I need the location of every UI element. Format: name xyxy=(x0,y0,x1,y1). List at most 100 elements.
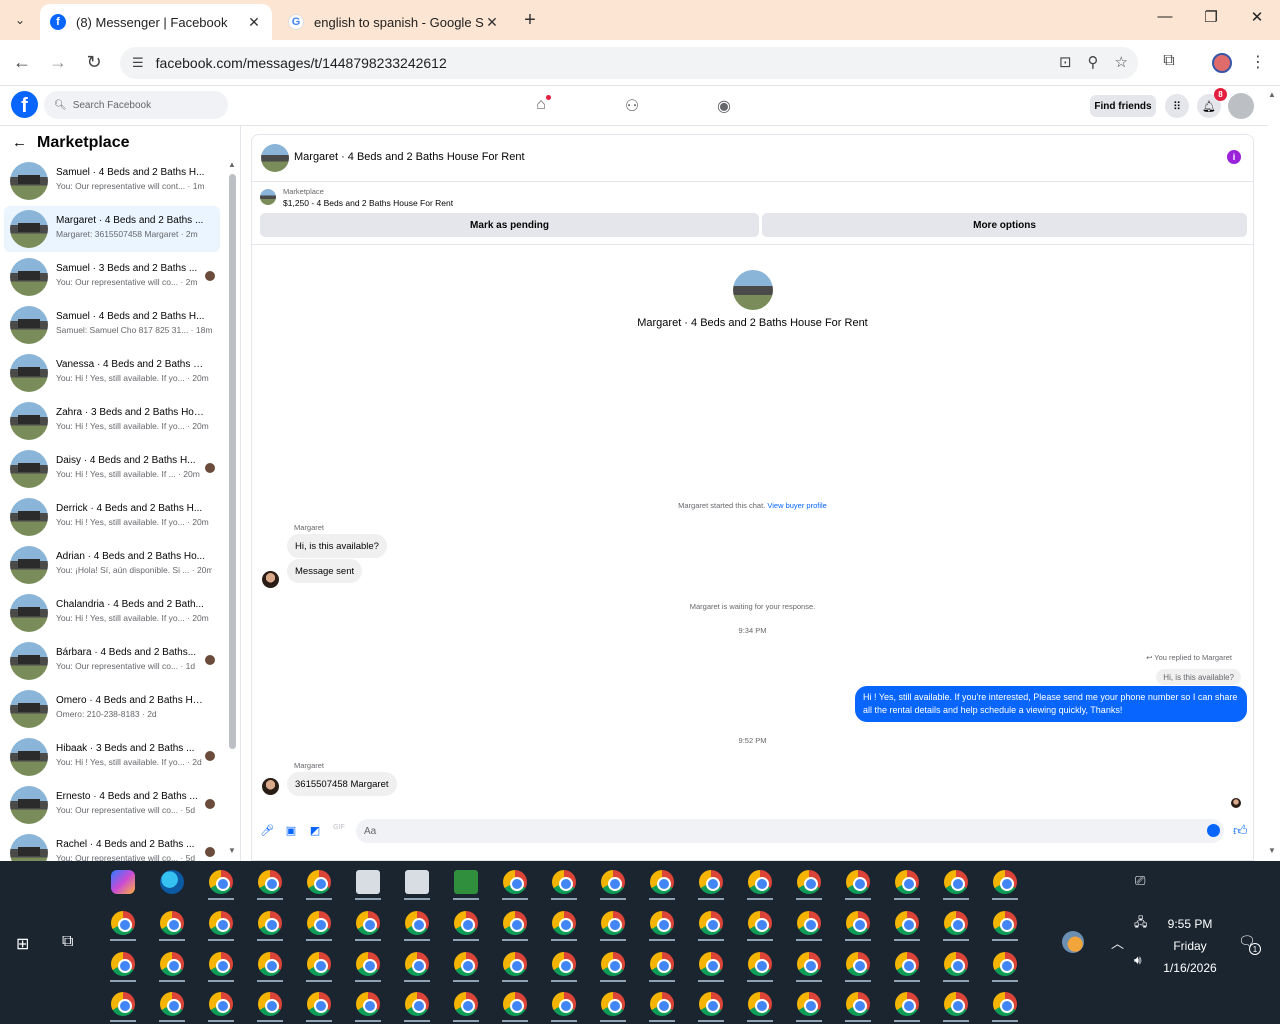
chrome-window-icon[interactable] xyxy=(111,992,135,1016)
chrome-window-icon[interactable] xyxy=(258,870,282,894)
chrome-window-icon[interactable] xyxy=(846,992,870,1016)
chrome-window-icon[interactable] xyxy=(699,952,723,976)
chrome-window-icon[interactable] xyxy=(405,992,429,1016)
view-buyer-profile-link[interactable]: View buyer profile xyxy=(767,501,826,510)
chrome-window-icon[interactable] xyxy=(503,952,527,976)
mark-as-pending-button[interactable]: Mark as pending xyxy=(260,213,759,237)
facebook-search-input[interactable]: 🔍︎ Search Facebook xyxy=(44,91,228,119)
app-window-icon[interactable] xyxy=(405,870,429,894)
incoming-message[interactable]: Hi, is this available? xyxy=(287,534,387,558)
incoming-message[interactable]: Message sent xyxy=(287,559,363,583)
chrome-window-icon[interactable] xyxy=(503,911,527,935)
chrome-window-icon[interactable] xyxy=(307,952,331,976)
conversation-item[interactable]: Omero · 4 Beds and 2 Baths Ho... Omero: 2… xyxy=(4,686,220,732)
chrome-window-icon[interactable] xyxy=(454,952,478,976)
page-scroll-down-icon[interactable]: ▼ xyxy=(1268,846,1276,855)
chrome-window-icon[interactable] xyxy=(748,911,772,935)
chrome-window-icon[interactable] xyxy=(111,952,135,976)
chrome-window-icon[interactable] xyxy=(944,992,968,1016)
show-hidden-icons-chevron-up-icon[interactable]: ︿ xyxy=(1111,933,1124,952)
close-window-icon[interactable]: ✕ xyxy=(1242,8,1272,26)
chrome-window-icon[interactable] xyxy=(797,992,821,1016)
volume-icon[interactable]: 🔊︎ xyxy=(1134,953,1142,968)
gif-icon[interactable]: GIF xyxy=(332,824,346,838)
tab-messenger[interactable]: f (8) Messenger | Facebook ✕ xyxy=(40,4,272,40)
address-bar[interactable]: ☰ facebook.com/messages/t/14487982332426… xyxy=(120,47,1138,79)
chrome-menu-icon[interactable]: ⋮ xyxy=(1246,52,1270,72)
weather-icon[interactable] xyxy=(1062,931,1084,953)
chrome-window-icon[interactable] xyxy=(552,870,576,894)
chrome-window-icon[interactable] xyxy=(650,911,674,935)
extensions-icon[interactable]: ⧉ xyxy=(1157,52,1181,70)
conversation-item[interactable]: Daisy · 4 Beds and 2 Baths H... You: Hi !… xyxy=(4,446,220,492)
chrome-window-icon[interactable] xyxy=(307,911,331,935)
chrome-window-icon[interactable] xyxy=(160,992,184,1016)
chrome-window-icon[interactable] xyxy=(258,952,282,976)
install-app-icon[interactable]: ⊡ xyxy=(1059,53,1072,71)
back-icon[interactable]: ← xyxy=(10,52,34,73)
chrome-window-icon[interactable] xyxy=(552,992,576,1016)
chrome-window-icon[interactable] xyxy=(993,911,1017,935)
chrome-window-icon[interactable] xyxy=(454,911,478,935)
edge-icon[interactable] xyxy=(160,870,184,894)
tab-google-search[interactable]: G english to spanish - Google Sea ✕ xyxy=(278,4,510,40)
chrome-window-icon[interactable] xyxy=(258,992,282,1016)
restore-icon[interactable]: ❐ xyxy=(1196,8,1226,26)
chrome-window-icon[interactable] xyxy=(895,992,919,1016)
chrome-window-icon[interactable] xyxy=(160,911,184,935)
chrome-window-icon[interactable] xyxy=(601,952,625,976)
chrome-window-icon[interactable] xyxy=(650,952,674,976)
groups-icon[interactable]: ◉ xyxy=(713,96,735,118)
microphone-icon[interactable]: 🎤︎ xyxy=(260,824,274,838)
minimize-icon[interactable]: — xyxy=(1150,8,1180,25)
incoming-message[interactable]: 3615507458 Margaret xyxy=(287,772,397,796)
menu-grid-icon[interactable]: ⠿ xyxy=(1165,94,1189,118)
task-view-icon[interactable]: ⧉ xyxy=(62,933,73,951)
quoted-message[interactable]: Hi, is this available? xyxy=(1156,669,1241,685)
conversation-item[interactable]: Hibaak · 3 Beds and 2 Baths ... You: Hi !… xyxy=(4,734,220,780)
find-friends-button[interactable]: Find friends xyxy=(1090,95,1156,117)
notepad-icon[interactable] xyxy=(454,870,478,894)
listing-small-thumbnail[interactable] xyxy=(260,189,276,205)
friends-icon[interactable]: ⚇ xyxy=(621,96,643,118)
browser-profile-avatar[interactable] xyxy=(1212,53,1232,73)
chrome-window-icon[interactable] xyxy=(160,952,184,976)
chrome-window-icon[interactable] xyxy=(650,870,674,894)
info-icon[interactable]: i xyxy=(1227,150,1241,164)
tab-close-icon[interactable]: ✕ xyxy=(246,14,262,31)
chrome-window-icon[interactable] xyxy=(356,992,380,1016)
chrome-window-icon[interactable] xyxy=(307,870,331,894)
copilot-icon[interactable] xyxy=(111,870,135,894)
zoom-icon[interactable]: ⚲ xyxy=(1088,53,1099,71)
chrome-window-icon[interactable] xyxy=(356,952,380,976)
chrome-window-icon[interactable] xyxy=(895,870,919,894)
chrome-window-icon[interactable] xyxy=(846,870,870,894)
chrome-window-icon[interactable] xyxy=(552,911,576,935)
chrome-window-icon[interactable] xyxy=(307,992,331,1016)
forward-icon[interactable]: → xyxy=(46,52,70,73)
chrome-window-icon[interactable] xyxy=(405,911,429,935)
chrome-window-icon[interactable] xyxy=(601,870,625,894)
chrome-window-icon[interactable] xyxy=(601,992,625,1016)
sticker-icon[interactable]: ◩ xyxy=(308,824,322,838)
chrome-window-icon[interactable] xyxy=(993,992,1017,1016)
more-options-button[interactable]: More options xyxy=(762,213,1247,237)
back-arrow-icon[interactable]: ← xyxy=(12,134,27,151)
bookmark-star-icon[interactable]: ☆ xyxy=(1115,53,1128,71)
outgoing-message[interactable]: Hi ! Yes, still available. If you're int… xyxy=(855,686,1247,722)
conversation-item[interactable]: Margaret · 4 Beds and 2 Baths ... Margare… xyxy=(4,206,220,252)
chrome-window-icon[interactable] xyxy=(797,952,821,976)
conversation-item[interactable]: Vanessa · 4 Beds and 2 Baths H... You: Hi… xyxy=(4,350,220,396)
photo-icon[interactable]: ▣ xyxy=(284,824,298,838)
chrome-window-icon[interactable] xyxy=(454,992,478,1016)
tab-close-icon[interactable]: ✕ xyxy=(484,14,500,31)
chrome-window-icon[interactable] xyxy=(797,911,821,935)
chrome-window-icon[interactable] xyxy=(944,952,968,976)
account-avatar[interactable] xyxy=(1228,93,1254,119)
conversation-item[interactable]: Adrian · 4 Beds and 2 Baths Ho... You: ¡H… xyxy=(4,542,220,588)
conversation-item[interactable]: Samuel · 4 Beds and 2 Baths H... You: Our… xyxy=(4,158,220,204)
message-input[interactable]: Aa xyxy=(356,819,1224,843)
app-window-icon[interactable] xyxy=(356,870,380,894)
reload-icon[interactable]: ↻ xyxy=(82,52,106,73)
conversation-item[interactable]: Chalandria · 4 Beds and 2 Bath... You: Hi… xyxy=(4,590,220,636)
